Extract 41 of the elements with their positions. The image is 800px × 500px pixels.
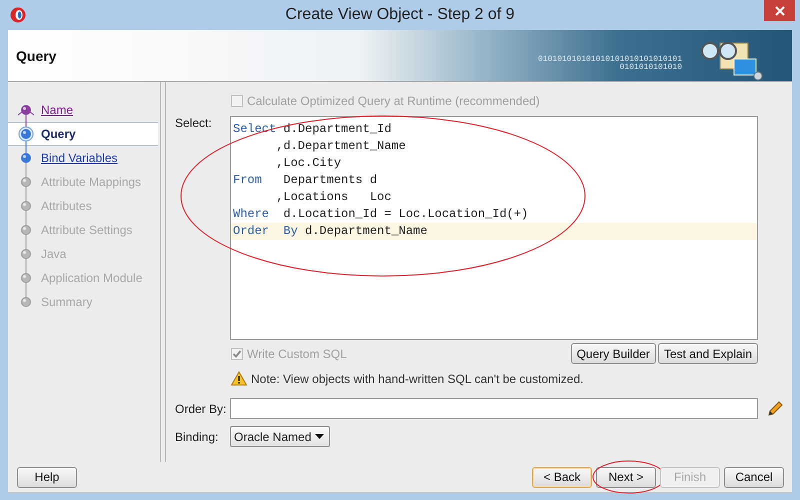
close-icon bbox=[774, 6, 784, 16]
step-marker-icon bbox=[18, 218, 34, 242]
code-line: From Departments d bbox=[232, 172, 378, 189]
step-marker-icon bbox=[18, 170, 34, 194]
help-button[interactable]: Help bbox=[17, 466, 77, 488]
close-button[interactable] bbox=[764, 0, 795, 21]
binding-dropdown[interactable]: Oracle Named bbox=[230, 426, 330, 447]
code-line: Where d.Location_Id = Loc.Location_Id(+) bbox=[232, 206, 530, 223]
order-by-field[interactable] bbox=[230, 398, 758, 419]
order-by-label: Order By: bbox=[175, 402, 228, 416]
banner-digits: 010101010101010101010101010101 bbox=[538, 56, 682, 64]
wizard-step[interactable]: Query bbox=[8, 122, 158, 146]
binding-label: Binding: bbox=[175, 430, 220, 444]
pencil-icon[interactable] bbox=[766, 400, 784, 418]
checkbox-label: Write Custom SQL bbox=[247, 346, 347, 360]
code-line: ,Locations Loc bbox=[275, 189, 392, 206]
editor-button[interactable]: Test and Explain bbox=[658, 343, 758, 364]
warning-icon bbox=[231, 371, 247, 386]
wizard-button[interactable]: < Back bbox=[532, 466, 592, 488]
window-title: Create View Object - Step 2 of 9 bbox=[284, 6, 516, 24]
checkbox-label: Calculate Optimized Query at Runtime (recommended) bbox=[247, 94, 540, 108]
note-text: Note: View objects with hand-written SQL can't be customized. bbox=[251, 372, 584, 386]
select-label: Select: bbox=[175, 116, 213, 132]
wizard-button[interactable]: Cancel bbox=[724, 466, 784, 488]
code-line: ,Loc.City bbox=[275, 155, 342, 172]
app-logo-icon bbox=[10, 7, 26, 23]
code-line: ,d.Department_Name bbox=[275, 138, 407, 155]
step-marker-icon bbox=[18, 146, 34, 170]
wizard-step[interactable]: Bind Variables bbox=[8, 146, 158, 170]
editor-button[interactable]: Query Builder bbox=[570, 343, 656, 364]
wizard-button[interactable]: Next > bbox=[596, 466, 656, 488]
code-line: Select d.Department_Id bbox=[232, 121, 392, 138]
dropdown-arrow-icon bbox=[315, 434, 324, 439]
step-marker-icon bbox=[18, 122, 34, 146]
step-marker-icon bbox=[18, 242, 34, 266]
sql-editor[interactable]: Select d.Department_Id ,d.Department_Name ,Loc.City From Departments d ,Locations Loc Where d.Location_Id = Loc.Location_Id(+) Order By d.Department_Name bbox=[230, 116, 758, 340]
step-marker-icon bbox=[18, 194, 34, 218]
banner-digits: 0101010101010 bbox=[620, 64, 682, 72]
page-title: Query bbox=[16, 48, 56, 64]
wizard-step[interactable]: Name bbox=[8, 98, 158, 122]
step-marker-icon bbox=[18, 266, 34, 290]
